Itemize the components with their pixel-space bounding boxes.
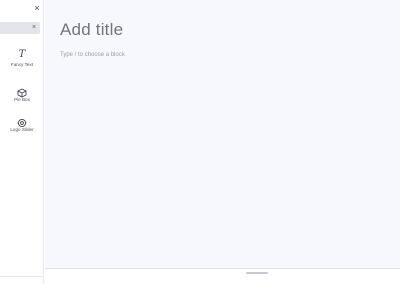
editor-canvas[interactable]: Add title Type / to choose a block xyxy=(45,0,400,284)
block-editor: × × T Fancy Text Pie Box Logo Slider Add… xyxy=(0,0,400,284)
clear-search-button[interactable]: × xyxy=(30,22,38,34)
post-title-input[interactable]: Add title xyxy=(60,20,123,40)
editor-footer xyxy=(45,268,400,284)
resize-handle[interactable] xyxy=(246,272,268,274)
logo-slider-icon xyxy=(17,115,27,128)
block-item-logo-slider[interactable]: Logo Slider xyxy=(0,115,44,137)
cube-icon xyxy=(17,85,27,98)
block-item-pie-box[interactable]: Pie Box xyxy=(0,85,44,107)
block-search-input[interactable] xyxy=(2,23,28,33)
default-block-appender[interactable]: Type / to choose a block xyxy=(60,52,125,58)
block-item-label: Fancy Text xyxy=(10,62,34,67)
block-search-box: × xyxy=(0,22,40,34)
sidebar-divider xyxy=(0,276,44,277)
block-item-label: Logo Slider xyxy=(10,127,34,132)
close-sidebar-button[interactable]: × xyxy=(32,3,42,13)
italic-t-icon: T xyxy=(18,49,26,60)
block-item-fancy-text[interactable]: T Fancy Text xyxy=(0,50,44,72)
block-inserter-sidebar: × × T Fancy Text Pie Box Logo Slider xyxy=(0,0,44,284)
block-item-label: Pie Box xyxy=(14,97,30,102)
